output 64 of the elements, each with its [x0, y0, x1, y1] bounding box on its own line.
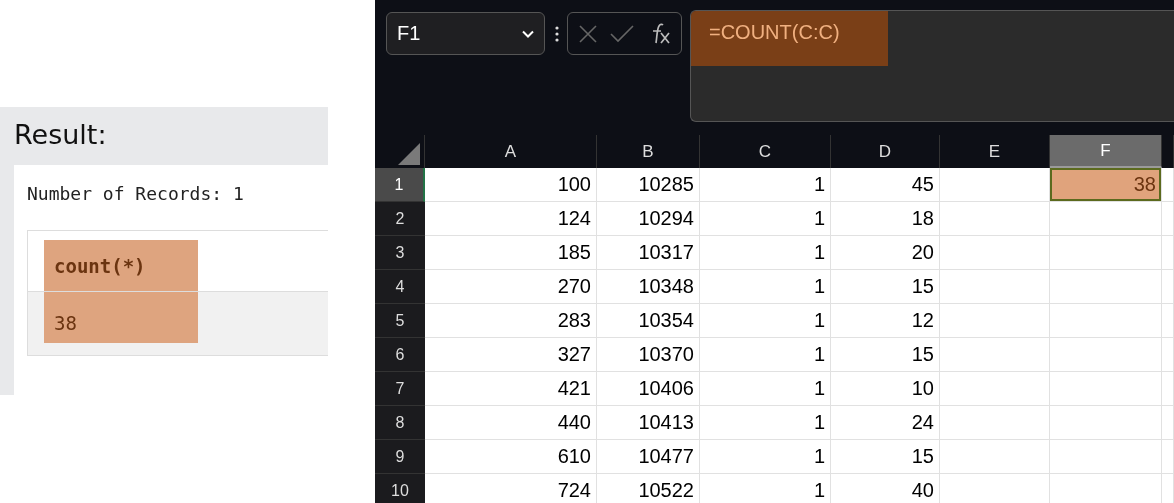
table-cell: 1 — [700, 406, 831, 440]
formula-bar[interactable]: =COUNT(C:C) — [690, 10, 1174, 122]
table-cell: 18 — [831, 202, 940, 236]
check-icon[interactable] — [610, 24, 635, 43]
table-cell: 10294 — [597, 202, 700, 236]
row-header[interactable]: 9 — [375, 440, 425, 474]
table-cell: 10406 — [597, 372, 700, 406]
table-cell: 1 — [700, 236, 831, 270]
table-cell: 270 — [425, 270, 597, 304]
row-header[interactable]: 3 — [375, 236, 425, 270]
table-cell: 1 — [700, 338, 831, 372]
column-header: count(*) — [44, 240, 198, 291]
table-cell: 185 — [425, 236, 597, 270]
table-cell: 45 — [831, 168, 940, 202]
table-cell: 15 — [831, 338, 940, 372]
table-cell: 724 — [425, 474, 597, 503]
table-cell: 38 — [44, 292, 198, 343]
table-cell: 10 — [831, 372, 940, 406]
name-box[interactable]: F1 — [386, 12, 545, 55]
row-header[interactable]: 10 — [375, 474, 425, 503]
table-cell: 24 — [831, 406, 940, 440]
table-cell: 1 — [700, 270, 831, 304]
table-cell: 100 — [425, 168, 597, 202]
select-all-icon[interactable] — [398, 143, 420, 165]
row-header[interactable]: 2 — [375, 202, 425, 236]
table-cell: 10317 — [597, 236, 700, 270]
table-cell: 327 — [425, 338, 597, 372]
table-cell: 10285 — [597, 168, 700, 202]
table-cell: 10522 — [597, 474, 700, 503]
table-cell: 40 — [831, 474, 940, 503]
table-cell: 440 — [425, 406, 597, 440]
row-header[interactable]: 5 — [375, 304, 425, 338]
table-cell: 283 — [425, 304, 597, 338]
table-cell: 10348 — [597, 270, 700, 304]
column-header[interactable]: F — [1050, 135, 1162, 168]
table-cell[interactable]: 38 — [1050, 168, 1162, 202]
table-cell: 15 — [831, 440, 940, 474]
table-cell: 610 — [425, 440, 597, 474]
table-cell: 1 — [700, 372, 831, 406]
record-count: Number of Records: 1 — [27, 183, 245, 206]
row-header[interactable]: 4 — [375, 270, 425, 304]
cancel-icon[interactable] — [578, 23, 599, 44]
row-header[interactable]: 8 — [375, 406, 425, 440]
table-cell: 1 — [700, 304, 831, 338]
more-icon[interactable] — [555, 26, 559, 42]
chevron-down-icon — [522, 29, 534, 38]
table-cell: 421 — [425, 372, 597, 406]
table-cell: 1 — [700, 168, 831, 202]
table-cell: 10477 — [597, 440, 700, 474]
table-cell: 15 — [831, 270, 940, 304]
table-cell: 124 — [425, 202, 597, 236]
row-header[interactable]: 7 — [375, 372, 425, 406]
table-cell: 10354 — [597, 304, 700, 338]
result-title: Result: — [13, 118, 108, 152]
row-header[interactable]: 6 — [375, 338, 425, 372]
table-cell: 10370 — [597, 338, 700, 372]
table-cell: 1 — [700, 440, 831, 474]
table-cell: 20 — [831, 236, 940, 270]
table-cell: 10413 — [597, 406, 700, 440]
formula-text: =COUNT(C:C) — [691, 11, 888, 66]
row-header[interactable]: 1 — [375, 168, 425, 202]
table-cell: 1 — [700, 474, 831, 503]
table-cell: 1 — [700, 202, 831, 236]
table-cell: 12 — [831, 304, 940, 338]
